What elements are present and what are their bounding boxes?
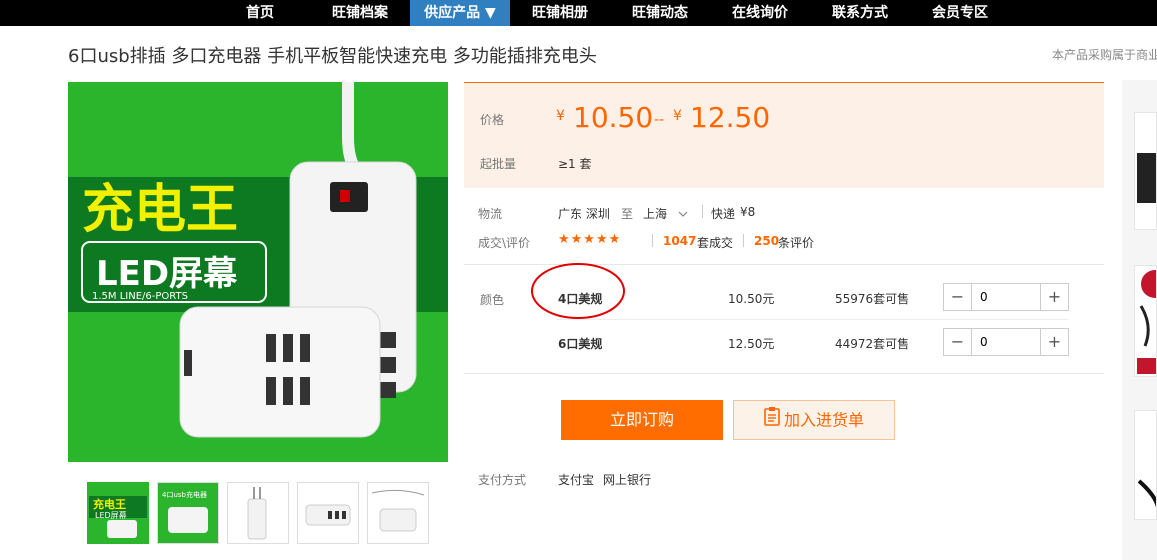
color-label: 颜色	[480, 293, 505, 307]
logistics-destination[interactable]: 上海	[643, 205, 667, 222]
logistics-label: 物流	[478, 207, 503, 221]
deals-count[interactable]: 1047	[663, 234, 696, 248]
reviews-label: 成交\评价	[478, 236, 531, 250]
price-label: 价格	[480, 113, 505, 127]
nav-album[interactable]: 旺铺相册	[520, 0, 600, 26]
nav-contact[interactable]: 联系方式	[820, 0, 900, 26]
review-count[interactable]: 250	[754, 234, 779, 248]
purchase-note: 本产品采购属于商业	[1052, 48, 1157, 62]
image-spec: 1.5M LINE/6-PORTS	[92, 291, 188, 302]
image-subline: LED屏幕	[96, 254, 238, 294]
nav-products[interactable]: 供应产品 ▼	[410, 0, 510, 26]
star-rating: ★★★★★	[558, 232, 622, 247]
price-max: 12.50	[690, 101, 771, 134]
increment-button[interactable]: +	[1040, 284, 1068, 310]
logistics-origin: 广东 深圳	[558, 207, 610, 221]
price-dash: --	[654, 112, 665, 128]
variant-stock-2: 44972套可售	[835, 337, 910, 351]
nav-profile[interactable]: 旺铺档案	[320, 0, 400, 26]
moq-value: ≥1 套	[558, 157, 592, 171]
price-max-currency: ¥	[673, 108, 682, 124]
thumbnail-2[interactable]: 4口usb充电器	[157, 482, 219, 544]
recommend-card-3[interactable]	[1134, 410, 1157, 520]
recommend-card-3-image	[1135, 411, 1156, 519]
thumbnail-1-image: 充电王 LED屏幕	[89, 484, 147, 542]
price-panel	[464, 82, 1104, 188]
decrement-button[interactable]: −	[944, 329, 972, 355]
logistics-divider	[702, 205, 703, 218]
add-to-cart-button[interactable]: 加入进货单	[733, 400, 895, 440]
nav-home[interactable]: 首页	[230, 0, 290, 26]
annotation-circle	[531, 263, 625, 319]
variant-price-2: 12.50元	[728, 337, 775, 351]
deals-text: 套成交	[697, 236, 734, 250]
variant-price-1: 10.50元	[728, 292, 775, 306]
thumbnail-5[interactable]	[367, 482, 429, 544]
thumbnail-2-image: 4口usb充电器	[158, 483, 218, 543]
nav-news[interactable]: 旺铺动态	[620, 0, 700, 26]
recommend-card-1-image	[1135, 113, 1156, 229]
image-headline: 充电王	[82, 180, 238, 240]
thumbnail-4[interactable]	[297, 482, 359, 544]
clipboard-icon	[764, 402, 780, 440]
price-min: 10.50	[573, 101, 654, 134]
variant-name-2: 6口美规	[558, 337, 603, 351]
moq-label: 起批量	[480, 157, 517, 171]
recommend-card-1[interactable]	[1134, 112, 1157, 230]
payment-bank: 网上银行	[603, 473, 652, 487]
thumbnail-1[interactable]: 充电王 LED屏幕	[87, 482, 149, 544]
top-nav: 首页 旺铺档案 供应产品 ▼ 旺铺相册 旺铺动态 在线询价 联系方式 会员专区	[0, 0, 1157, 26]
reviews-divider-1	[652, 234, 653, 247]
thumbnail-4-image	[298, 483, 358, 543]
variant-divider	[556, 319, 1068, 320]
thumbnail-1-headline: 充电王	[93, 497, 126, 511]
thumbnail-1-subline: LED屏幕	[95, 510, 127, 520]
logistics-fee: ¥8	[740, 205, 756, 219]
review-text: 条评价	[778, 236, 815, 250]
section-divider-2	[464, 373, 1104, 374]
nav-member[interactable]: 会员专区	[920, 0, 1000, 26]
logistics-method: 快递	[711, 207, 736, 221]
payment-alipay: 支付宝	[558, 473, 595, 487]
nav-inquiry[interactable]: 在线询价	[720, 0, 800, 26]
product-title: 6口usb排插 多口充电器 手机平板智能快速充电 多功能插排充电头	[68, 46, 597, 67]
payment-label: 支付方式	[478, 473, 527, 487]
quantity-input[interactable]	[972, 329, 1040, 355]
product-illustration: 充电王 LED屏幕 1.5M LINE/6-PORTS	[68, 82, 448, 462]
add-to-cart-label: 加入进货单	[783, 410, 864, 430]
thumbnail-3[interactable]	[227, 482, 289, 544]
main-product-image[interactable]: 充电王 LED屏幕 1.5M LINE/6-PORTS	[68, 82, 448, 462]
thumbnail-3-image	[228, 483, 288, 543]
reviews-divider-2	[743, 234, 744, 247]
recommend-card-2[interactable]	[1134, 265, 1157, 377]
quantity-input[interactable]	[972, 284, 1040, 310]
decrement-button[interactable]: −	[944, 284, 972, 310]
buy-now-button[interactable]: 立即订购	[561, 400, 723, 440]
quantity-stepper-1: − +	[943, 283, 1069, 311]
increment-button[interactable]: +	[1040, 329, 1068, 355]
recommend-card-2-image	[1135, 266, 1156, 376]
variant-stock-1: 55976套可售	[835, 292, 910, 306]
thumbnail-5-image	[368, 483, 428, 543]
quantity-stepper-2: − +	[943, 328, 1069, 356]
chevron-down-icon[interactable]	[678, 205, 688, 217]
price-min-currency: ¥	[556, 108, 565, 124]
logistics-to: 至	[621, 207, 634, 221]
thumbnail-2-label: 4口usb充电器	[162, 490, 207, 499]
